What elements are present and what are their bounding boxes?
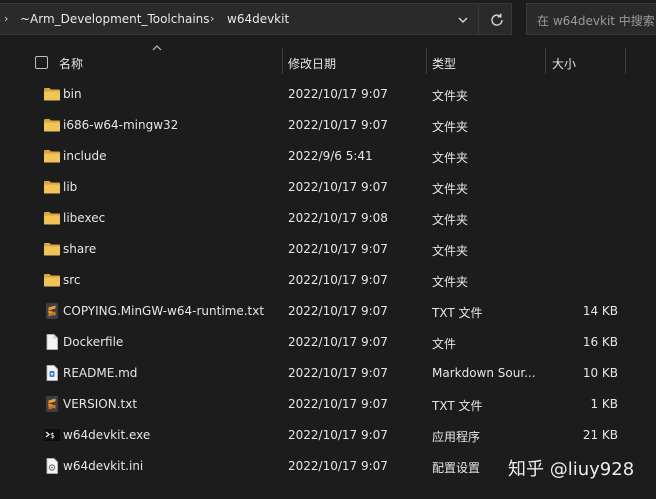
column-resize-handle[interactable]	[625, 48, 626, 74]
file-size: 10 KB	[582, 366, 618, 380]
markdown-file-icon	[43, 365, 61, 381]
breadcrumb-item-w64devkit[interactable]: w64devkit	[227, 12, 289, 26]
column-resize-handle[interactable]	[545, 48, 546, 74]
column-header-date[interactable]: 修改日期	[288, 55, 336, 72]
breadcrumb-chevron-icon[interactable]: ›	[4, 12, 8, 25]
search-input[interactable]: 在 w64devkit 中搜索	[526, 3, 656, 35]
table-row[interactable]: libexec 2022/10/17 9:08 文件夹	[0, 203, 656, 234]
breadcrumb[interactable]: › ~Arm_Development_Toolchains › w64devki…	[0, 3, 512, 35]
svg-text:$: $	[50, 431, 55, 440]
select-all-checkbox[interactable]	[35, 56, 48, 69]
table-row[interactable]: share 2022/10/17 9:07 文件夹	[0, 234, 656, 265]
column-resize-handle[interactable]	[282, 48, 283, 74]
file-modified-date: 2022/10/17 9:07	[288, 366, 388, 380]
sort-ascending-icon	[152, 45, 162, 51]
column-header-type[interactable]: 类型	[432, 55, 456, 72]
file-name: libexec	[63, 211, 106, 225]
file-type: Markdown Sour...	[432, 366, 536, 380]
file-modified-date: 2022/10/17 9:07	[288, 87, 388, 101]
file-type: 文件夹	[432, 151, 469, 165]
file-modified-date: 2022/10/17 9:07	[288, 459, 388, 473]
file-type: 文件	[432, 337, 457, 351]
file-modified-date: 2022/10/17 9:07	[288, 335, 388, 349]
file-type: 文件夹	[432, 120, 469, 134]
table-row[interactable]: include 2022/9/6 5:41 文件夹	[0, 141, 656, 172]
folder-icon	[43, 179, 61, 195]
blank-file-icon	[43, 334, 61, 350]
file-type: TXT 文件	[432, 399, 483, 413]
search-placeholder: 在 w64devkit 中搜索	[537, 14, 655, 28]
file-type: 应用程序	[432, 430, 481, 444]
file-modified-date: 2022/10/17 9:07	[288, 180, 388, 194]
file-modified-date: 2022/10/17 9:07	[288, 273, 388, 287]
terminal-exe-icon: $	[43, 427, 61, 443]
file-name: COPYING.MinGW-w64-runtime.txt	[63, 304, 265, 318]
column-header-name[interactable]: 名称	[59, 55, 83, 72]
file-type: 文件夹	[432, 244, 469, 258]
file-type: 文件夹	[432, 213, 469, 227]
file-name: i686-w64-mingw32	[63, 118, 179, 132]
file-type: TXT 文件	[432, 306, 483, 320]
column-resize-handle[interactable]	[426, 48, 427, 74]
sublime-text-icon	[43, 303, 61, 319]
folder-icon	[43, 148, 61, 164]
folder-icon	[43, 210, 61, 226]
file-modified-date: 2022/9/6 5:41	[288, 149, 373, 163]
file-type: 文件夹	[432, 182, 469, 196]
watermark-text: 知乎 @liuy928	[508, 459, 635, 480]
file-name: include	[63, 149, 107, 163]
file-name: bin	[63, 87, 82, 101]
table-row[interactable]: Dockerfile 2022/10/17 9:07 文件 16 KB	[0, 327, 656, 358]
table-row[interactable]: src 2022/10/17 9:07 文件夹	[0, 265, 656, 296]
table-row[interactable]: i686-w64-mingw32 2022/10/17 9:07 文件夹	[0, 110, 656, 141]
file-size: 21 KB	[582, 428, 618, 442]
file-type: 文件夹	[432, 275, 469, 289]
table-row[interactable]: $ w64devkit.exe 2022/10/17 9:07 应用程序 21 KB	[0, 420, 656, 451]
table-row[interactable]: lib 2022/10/17 9:07 文件夹	[0, 172, 656, 203]
file-modified-date: 2022/10/17 9:07	[288, 242, 388, 256]
breadcrumb-item-toolchains[interactable]: ~Arm_Development_Toolchains	[20, 12, 210, 26]
folder-icon	[43, 272, 61, 288]
file-name: src	[63, 273, 81, 287]
table-row[interactable]: VERSION.txt 2022/10/17 9:07 TXT 文件 1 KB	[0, 389, 656, 420]
file-name: share	[63, 242, 97, 256]
file-name: VERSION.txt	[63, 397, 138, 411]
file-modified-date: 2022/10/17 9:08	[288, 211, 388, 225]
breadcrumb-chevron-icon[interactable]: ›	[210, 12, 214, 25]
column-header-size[interactable]: 大小	[552, 55, 576, 72]
column-header: 名称 修改日期 类型 大小	[0, 44, 656, 78]
sublime-text-icon	[43, 396, 61, 412]
folder-icon	[43, 86, 61, 102]
folder-icon	[43, 241, 61, 257]
file-name: w64devkit.exe	[63, 428, 151, 442]
file-type: 文件夹	[432, 89, 469, 103]
table-row[interactable]: COPYING.MinGW-w64-runtime.txt 2022/10/17 …	[0, 296, 656, 327]
ini-settings-icon	[43, 458, 61, 474]
file-name: lib	[63, 180, 78, 194]
folder-icon	[43, 117, 61, 133]
refresh-icon[interactable]	[488, 11, 506, 29]
file-size: 14 KB	[582, 304, 618, 318]
divider	[478, 4, 479, 34]
file-name: Dockerfile	[63, 335, 124, 349]
file-modified-date: 2022/10/17 9:07	[288, 118, 388, 132]
table-row[interactable]: bin 2022/10/17 9:07 文件夹	[0, 79, 656, 110]
file-size: 1 KB	[590, 397, 618, 411]
table-row[interactable]: README.md 2022/10/17 9:07 Markdown Sour...…	[0, 358, 656, 389]
chevron-down-icon[interactable]	[455, 12, 471, 28]
file-modified-date: 2022/10/17 9:07	[288, 428, 388, 442]
address-bar: › ~Arm_Development_Toolchains › w64devki…	[0, 0, 656, 40]
file-modified-date: 2022/10/17 9:07	[288, 304, 388, 318]
file-size: 16 KB	[582, 335, 618, 349]
file-type: 配置设置	[432, 461, 481, 475]
file-name: w64devkit.ini	[63, 459, 144, 473]
file-name: README.md	[63, 366, 138, 380]
file-modified-date: 2022/10/17 9:07	[288, 397, 388, 411]
